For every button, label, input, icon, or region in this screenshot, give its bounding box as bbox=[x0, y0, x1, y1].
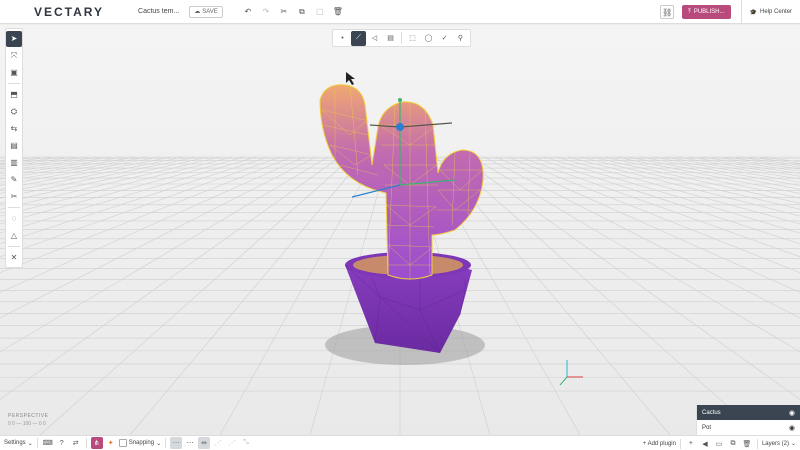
layer-name: Pot bbox=[702, 424, 712, 431]
pen-icon[interactable]: ✎ bbox=[6, 172, 22, 188]
save-button-label: SAVE bbox=[202, 8, 218, 15]
help-center-label: Help Center bbox=[759, 9, 792, 15]
layer-row[interactable]: Pot ◉ bbox=[697, 420, 800, 435]
coordinates-readout: 0 0 — 100 — 0 0 bbox=[8, 421, 46, 427]
snap-vertex-icon[interactable]: ⋯ bbox=[184, 437, 196, 449]
divider bbox=[8, 246, 20, 247]
eye-icon[interactable]: ◉ bbox=[789, 424, 795, 432]
duplicate-icon[interactable]: ⧉ bbox=[727, 438, 739, 450]
select-arrow-icon[interactable]: ➤ bbox=[6, 30, 22, 47]
copy-icon[interactable]: ⧉ bbox=[297, 7, 307, 17]
extrude-icon[interactable]: ⬒ bbox=[6, 87, 22, 103]
chevron-down-icon: ⌄ bbox=[27, 440, 33, 447]
upload-icon: ⤒ bbox=[688, 8, 691, 15]
top-right-group: ⛓ ⤒ PUBLISH... 🎓 Help Center bbox=[660, 0, 800, 24]
bottom-bar: Settings ⌄ ⌨ ? ⇄ ⋔ ✦ Snapping ⌄ ⋯ ⋯ ⇹ ⋰ … bbox=[0, 435, 800, 450]
lasso-icon[interactable]: ◯ bbox=[421, 31, 436, 46]
snap-scale-icon[interactable]: ⤡ bbox=[240, 437, 252, 449]
save-button[interactable]: ☁ SAVE bbox=[189, 5, 223, 18]
wand-icon[interactable]: ⚲ bbox=[453, 31, 468, 46]
layers-toggle[interactable]: Layers (2) ⌄ bbox=[758, 436, 800, 450]
cactus-mesh[interactable] bbox=[319, 84, 484, 280]
chevron-down-icon: ⌄ bbox=[790, 441, 796, 447]
publish-button-label: PUBLISH... bbox=[693, 9, 725, 15]
snap-face-icon[interactable]: ⋰ bbox=[212, 437, 224, 449]
history-toolbar: ↶ ↷ ✂ ⧉ ▢ 🗑 bbox=[243, 7, 343, 17]
layer-row[interactable]: Cactus ◉ bbox=[697, 405, 800, 420]
brush-icon[interactable]: ✓ bbox=[437, 31, 452, 46]
paint-icon[interactable]: ✦ bbox=[105, 437, 117, 449]
snap-tools: ⋔ ✦ Snapping ⌄ bbox=[87, 436, 165, 450]
transform-icon[interactable]: ⤧ bbox=[6, 48, 22, 64]
collapse-icon[interactable]: ✕ bbox=[6, 250, 22, 266]
add-layer-icon[interactable]: + bbox=[685, 438, 697, 450]
snap-edge-icon[interactable]: ⇹ bbox=[198, 437, 211, 449]
cut-icon[interactable]: ✂ bbox=[279, 7, 289, 17]
object-mode-icon[interactable]: • bbox=[335, 31, 350, 46]
help-icon[interactable]: ? bbox=[56, 437, 68, 449]
snap-angle-icon[interactable]: ⋰ bbox=[226, 437, 238, 449]
panel-icon[interactable]: ▥ bbox=[6, 155, 22, 171]
share-link-button[interactable]: ⛓ bbox=[660, 5, 675, 19]
delete-icon[interactable]: 🗑 bbox=[333, 7, 343, 17]
mirror-icon[interactable]: ⇆ bbox=[6, 121, 22, 137]
mouse-cursor bbox=[346, 72, 355, 85]
face-mode-icon[interactable]: ▤ bbox=[383, 31, 398, 46]
keyboard-icon[interactable]: ⌨ bbox=[42, 437, 54, 449]
settings-dropdown[interactable]: Settings ⌄ bbox=[0, 436, 37, 450]
share-icon[interactable]: ⇄ bbox=[70, 437, 82, 449]
view-tools: ⌨ ? ⇄ bbox=[38, 436, 86, 450]
add-plugin-button[interactable]: + Add plugin bbox=[639, 436, 680, 450]
rect-select-icon[interactable]: ⬚ bbox=[405, 31, 420, 46]
redo-icon[interactable]: ↷ bbox=[261, 7, 271, 17]
3d-viewport[interactable]: PERSPECTIVE 0 0 — 100 — 0 0 bbox=[0, 25, 800, 435]
triangle-icon[interactable]: △ bbox=[6, 228, 22, 244]
layer-tools: + ◀ ▭ ⧉ 🗑 bbox=[681, 436, 757, 450]
left-toolbar: ➤ ⤧ ▣ ⬒ ⛭ ⇆ ▤ ▥ ✎ ✂ ◌ △ ✕ bbox=[5, 28, 23, 268]
knife-icon[interactable]: ✂ bbox=[6, 189, 22, 205]
app-logo[interactable]: VECTARY bbox=[34, 5, 104, 19]
divider bbox=[8, 83, 20, 84]
top-bar: VECTARY Cactus tem... ☁ SAVE ↶ ↷ ✂ ⧉ ▢ 🗑… bbox=[0, 0, 800, 24]
layers-panel: Cactus ◉ Pot ◉ bbox=[696, 405, 800, 435]
help-center-button[interactable]: 🎓 Help Center bbox=[740, 0, 792, 24]
undo-icon[interactable]: ↶ bbox=[243, 7, 253, 17]
snap-modes: ⋯ ⋯ ⇹ ⋰ ⋰ ⤡ bbox=[166, 436, 256, 450]
layers-label: Layers (2) bbox=[761, 440, 789, 447]
trash-icon[interactable]: 🗑 bbox=[741, 438, 753, 450]
camera-mode-label: PERSPECTIVE bbox=[8, 413, 49, 419]
settings-label: Settings bbox=[4, 440, 26, 446]
snapping-checkbox[interactable] bbox=[118, 439, 127, 447]
scene-canvas[interactable] bbox=[0, 25, 800, 435]
cube-icon[interactable]: ▣ bbox=[6, 65, 22, 81]
edge-mode-icon[interactable]: ◁ bbox=[367, 31, 382, 46]
selection-mode-toolbar: • ⟋ ◁ ▤ ⬚ ◯ ✓ ⚲ bbox=[332, 29, 471, 47]
magnet-icon[interactable]: ⋔ bbox=[90, 437, 103, 449]
chevron-down-icon: ⌄ bbox=[156, 440, 162, 447]
paste-icon[interactable]: ▢ bbox=[315, 7, 325, 17]
document-title[interactable]: Cactus tem... bbox=[138, 8, 179, 15]
publish-button[interactable]: ⤒ PUBLISH... bbox=[682, 5, 731, 19]
boolean-icon[interactable]: ⛭ bbox=[6, 104, 22, 120]
eye-icon[interactable]: ◉ bbox=[789, 409, 795, 417]
snap-grid-icon[interactable]: ⋯ bbox=[170, 437, 183, 449]
folder-icon[interactable]: ▭ bbox=[713, 438, 725, 450]
layer-name: Cactus bbox=[702, 409, 721, 416]
volume-icon[interactable]: ◀ bbox=[699, 438, 711, 450]
box-icon[interactable]: ▤ bbox=[6, 138, 22, 154]
link-icon: ⛓ bbox=[662, 7, 673, 17]
cloud-icon: ☁ bbox=[194, 9, 201, 15]
light-icon[interactable]: ◌ bbox=[6, 211, 22, 227]
graduation-cap-icon: 🎓 bbox=[749, 9, 757, 16]
snapping-label: Snapping bbox=[128, 440, 155, 446]
bottom-right-group: + Add plugin + ◀ ▭ ⧉ 🗑 Layers (2) ⌄ bbox=[639, 436, 800, 450]
vertex-mode-icon[interactable]: ⟋ bbox=[351, 30, 366, 46]
divider bbox=[8, 207, 20, 208]
divider bbox=[401, 32, 402, 44]
